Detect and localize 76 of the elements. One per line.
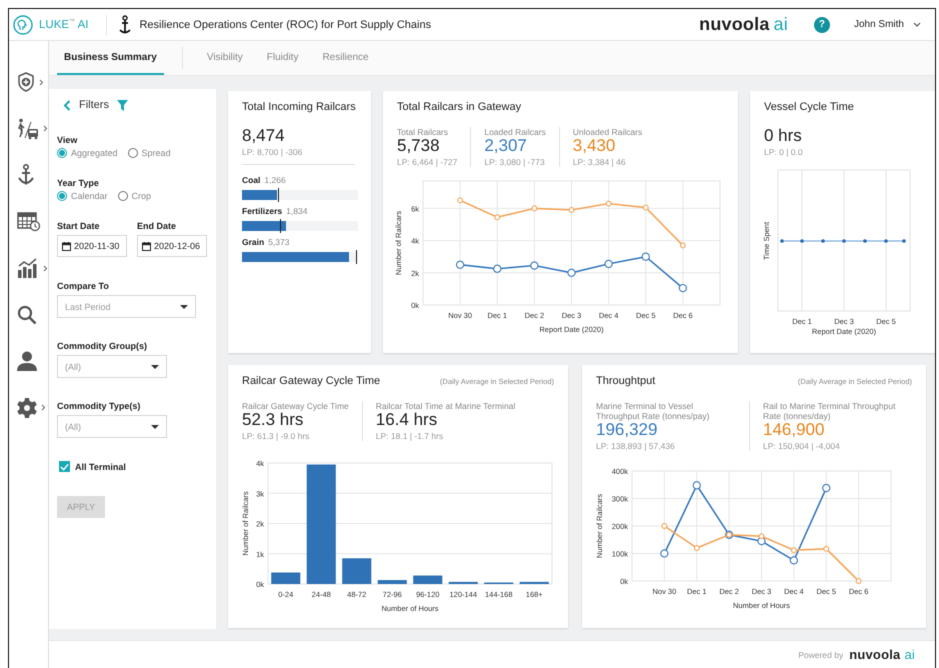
stat-value: 5,738	[397, 137, 441, 156]
stat-label: Railcar Total Time at Marine Terminal	[376, 401, 516, 411]
stat-label: Total Railcars	[397, 127, 450, 137]
logo-text: nuvoola	[699, 14, 770, 35]
stat-value: 3,430	[572, 137, 616, 156]
logo-text-suffix: ai	[904, 647, 915, 662]
radio-option[interactable]: Spread	[128, 148, 171, 158]
stat-label: Unloaded Railcars	[572, 127, 642, 137]
field-label: Start Date	[57, 221, 101, 231]
logo-text: nuvoola	[849, 647, 900, 662]
commodity-name: Grain	[242, 236, 264, 247]
dropdown-value: Last Period	[65, 302, 111, 312]
stat-value: 8,474	[242, 127, 286, 146]
commodity-value: 5,373	[268, 236, 290, 247]
user-menu-button[interactable]: John Smith	[854, 19, 921, 30]
previous-period-text: LP: 3,384 | 46	[572, 156, 627, 167]
commodity-value: 1,266	[264, 174, 286, 185]
date-field[interactable]: 2020-11-30	[57, 235, 127, 257]
previous-period-text: LP: 0 | 0.0	[764, 146, 804, 157]
field-label: Year Type	[57, 178, 100, 188]
previous-period-text: LP: 6,464 | -727	[397, 156, 458, 167]
radio-label: Crop	[132, 191, 152, 201]
radio-label: Aggregated	[71, 148, 118, 158]
stat-value: 146,900	[763, 421, 824, 440]
stat-value: 16.4 hrs	[376, 411, 438, 430]
radio-label: Calendar	[71, 191, 108, 201]
footer-text: Powered by	[798, 650, 844, 660]
date-value: 2020-11-30	[74, 241, 120, 251]
field-label: End Date	[137, 221, 178, 231]
previous-period-text: LP: 61.3 | -9.0 hrs	[242, 430, 310, 441]
previous-period-text: LP: 8,700 | -306	[242, 146, 304, 157]
card-title: Railcar Gateway Cycle Time	[242, 375, 380, 387]
stat-value: 196,329	[596, 421, 658, 440]
checkbox-label: All Terminal	[75, 462, 126, 472]
dropdown-value: (All)	[65, 362, 81, 372]
commodity-name: Fertilizers	[242, 206, 282, 216]
checkbox-option[interactable]: All Terminal	[59, 461, 208, 472]
radio-label: Spread	[142, 148, 171, 158]
panel-title: Filters	[79, 99, 109, 111]
tab[interactable]: Fluidity	[254, 41, 310, 75]
stat-label: Railcar Gateway Cycle Time	[242, 401, 349, 411]
previous-period-text: LP: 3,080 | -773	[484, 156, 546, 167]
commodity-name: Coal	[242, 174, 260, 185]
stat-label: Loaded Railcars	[484, 127, 546, 137]
app-title: Resilience Operations Center (ROC) for Port Supply Chains	[139, 18, 432, 30]
dropdown-field[interactable]: (All)	[57, 355, 167, 378]
radio-option[interactable]: Crop	[118, 191, 152, 201]
dropdown-field[interactable]: Last Period	[57, 295, 196, 318]
stat-label: Marine Terminal to Vessel Throughput Rate (tonnes/pay)	[596, 401, 710, 421]
card-title: Total Incoming Railcars	[242, 101, 357, 113]
date-value: 2020-12-06	[154, 241, 200, 251]
stat-label: Rail to Marine Terminal Throughput Rate (tonnes/day)	[763, 401, 896, 421]
stat-value: 2,307	[484, 137, 528, 156]
dropdown-field[interactable]: (All)	[57, 415, 167, 438]
logo-text-suffix: ai	[774, 14, 788, 35]
previous-period-text: LP: 18.1 | -1.7 hrs	[376, 430, 444, 441]
field-label: Compare To	[57, 281, 110, 291]
field-label: Commodity Type(s)	[57, 401, 142, 411]
commodity-value: 1,834	[286, 206, 308, 216]
tab[interactable]: Visibility	[194, 41, 255, 75]
previous-period-text: LP: 150,904 | -4,004	[763, 440, 841, 451]
date-field[interactable]: 2020-12-06	[137, 235, 207, 257]
stat-value: 0 hrs	[764, 127, 803, 146]
product-name: LUKE$^{™}$ AI	[39, 18, 88, 30]
stat-value: 52.3 hrs	[242, 411, 304, 430]
card-title: Total Railcars in Gateway	[397, 101, 522, 113]
card-title: Throughtput	[596, 375, 656, 387]
help-button[interactable]: ?	[814, 16, 830, 32]
tab[interactable]: Resilience	[310, 41, 381, 75]
field-label: View	[57, 135, 78, 145]
radio-option[interactable]: Aggregated	[57, 148, 118, 158]
field-label: Commodity Group(s)	[57, 341, 148, 351]
card-title: Vessel Cycle Time	[764, 101, 855, 113]
previous-period-text: LP: 138,893 | 57,436	[596, 440, 676, 451]
dropdown-value: (All)	[65, 422, 81, 432]
radio-option[interactable]: Calendar	[57, 191, 108, 201]
